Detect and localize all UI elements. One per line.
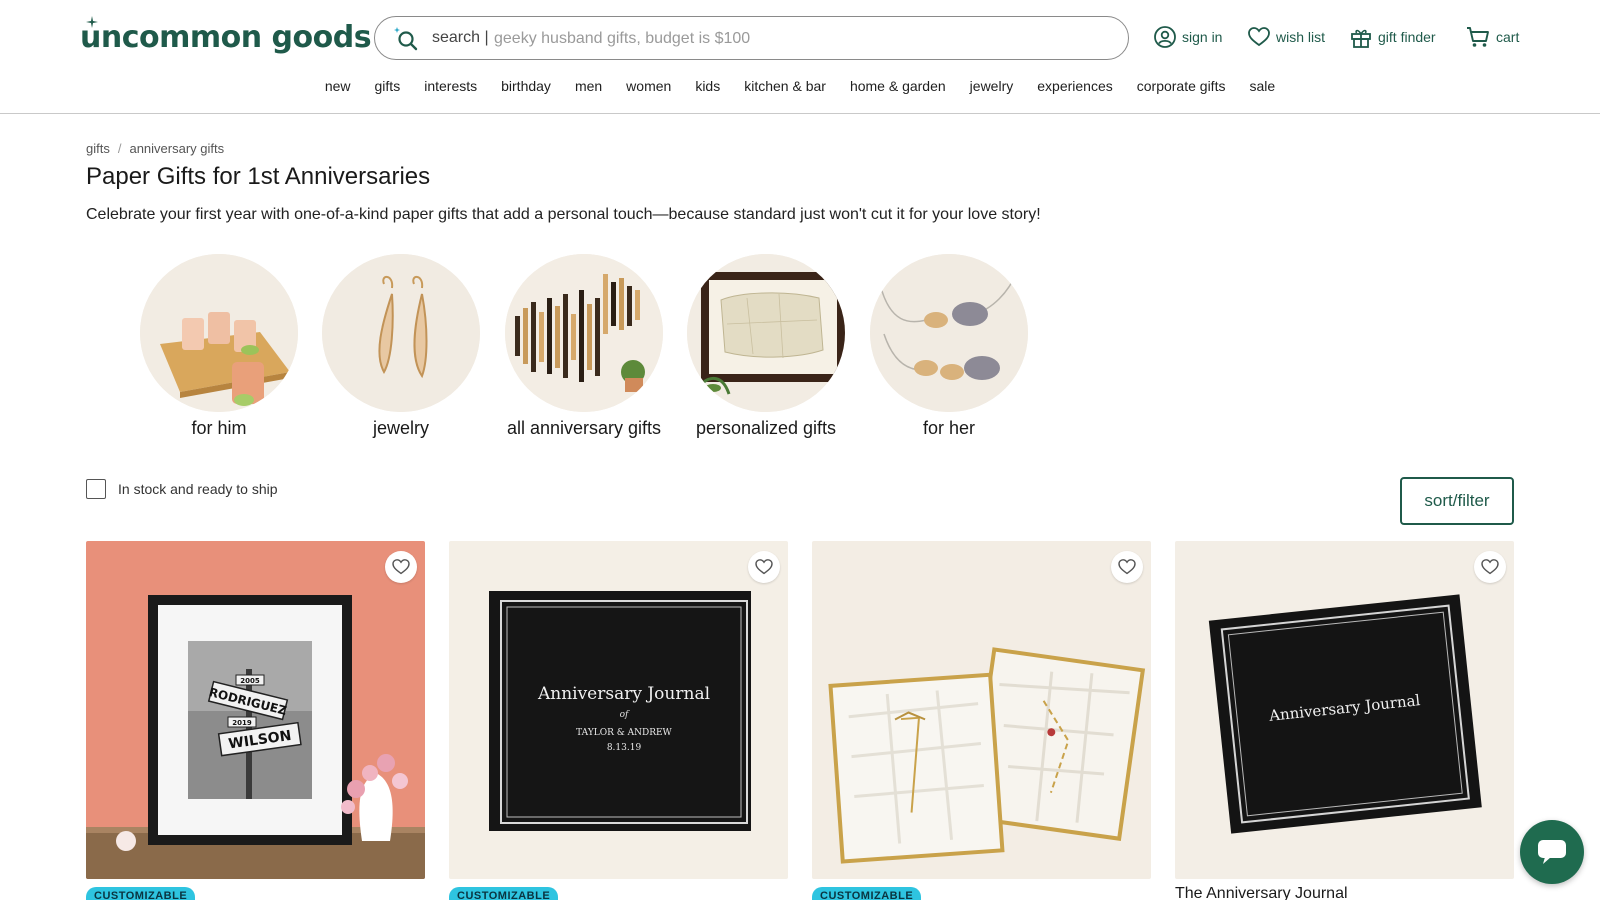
gift-icon xyxy=(1351,29,1371,48)
sign-in-link[interactable]: sign in xyxy=(1154,22,1222,52)
wish-list-link[interactable]: wish list xyxy=(1248,22,1325,52)
cart-label: cart xyxy=(1496,29,1520,45)
nav-item-jewelry[interactable]: jewelry xyxy=(958,76,1026,100)
in-stock-label: In stock and ready to ship xyxy=(118,481,278,497)
gift-finder-label: gift finder xyxy=(1378,29,1436,45)
search-input[interactable] xyxy=(494,25,1094,53)
sign-in-label: sign in xyxy=(1182,29,1223,45)
in-stock-filter[interactable]: In stock and ready to ship xyxy=(86,479,278,499)
category-for-her[interactable]: for her xyxy=(869,254,1029,439)
main-nav: new gifts interests birthday men women k… xyxy=(0,76,1600,100)
heart-icon xyxy=(1248,27,1270,47)
search-icon[interactable] xyxy=(393,26,419,52)
page-description: Celebrate your first year with one-of-a-… xyxy=(86,206,1041,223)
product-card[interactable]: CUSTOMIZABLE xyxy=(812,541,1151,900)
nav-item-gifts[interactable]: gifts xyxy=(363,76,413,100)
nav-item-interests[interactable]: interests xyxy=(412,76,489,100)
product-title[interactable]: The Anniversary Journal xyxy=(1175,885,1348,900)
nav-item-new[interactable]: new xyxy=(313,76,363,100)
wishlist-heart-icon[interactable] xyxy=(385,551,417,583)
gift-finder-link[interactable]: gift finder xyxy=(1350,22,1436,52)
logo-text: uncommon goods xyxy=(80,20,372,55)
nav-item-men[interactable]: men xyxy=(563,76,614,100)
sign-year-top: 2005 xyxy=(240,677,260,685)
logo[interactable]: uncommon goods xyxy=(80,16,372,58)
breadcrumb-gifts[interactable]: gifts xyxy=(86,141,110,156)
nav-item-kids[interactable]: kids xyxy=(683,76,732,100)
nav-item-home-garden[interactable]: home & garden xyxy=(838,76,958,100)
category-label: jewelry xyxy=(372,418,429,438)
cart-icon xyxy=(1467,27,1489,47)
nav-item-corporate-gifts[interactable]: corporate gifts xyxy=(1125,76,1238,100)
journal-date: 8.13.19 xyxy=(607,743,642,753)
product-card[interactable]: Anniversary Journal of TAYLOR & ANDREW 8… xyxy=(449,541,788,900)
breadcrumb-separator: / xyxy=(117,141,122,156)
street-sign-print-image[interactable]: 2005 RODRIGUEZ 2019 WILSON xyxy=(86,541,425,879)
breadcrumb: gifts / anniversary gifts xyxy=(86,141,224,156)
sparkle-icon xyxy=(86,16,98,28)
nav-item-experiences[interactable]: experiences xyxy=(1025,76,1125,100)
nav-item-women[interactable]: women xyxy=(614,76,683,100)
customizable-badge: CUSTOMIZABLE xyxy=(812,887,922,900)
category-label: all anniversary gifts xyxy=(506,418,662,438)
wishlist-heart-icon[interactable] xyxy=(748,551,780,583)
framed-paper-maps-image[interactable] xyxy=(812,541,1151,879)
customizable-badge: CUSTOMIZABLE xyxy=(86,887,196,900)
nav-item-sale[interactable]: sale xyxy=(1237,76,1287,100)
chat-button[interactable] xyxy=(1520,820,1584,884)
earrings-image xyxy=(322,254,480,412)
nav-item-birthday[interactable]: birthday xyxy=(489,76,563,100)
framed-map-image xyxy=(687,254,845,412)
category-for-him[interactable]: for him xyxy=(139,254,299,439)
product-card[interactable]: 2005 RODRIGUEZ 2019 WILSON CUSTOMIZABLE xyxy=(86,541,425,900)
search-label: search | xyxy=(432,29,489,46)
category-jewelry[interactable]: jewelry xyxy=(321,254,481,439)
shot-glasses-image xyxy=(140,254,298,412)
anniversary-journal-image[interactable]: Anniversary Journal of TAYLOR & ANDREW 8… xyxy=(449,541,788,879)
wishlist-heart-icon[interactable] xyxy=(1111,551,1143,583)
user-icon xyxy=(1154,26,1176,48)
sort-filter-button[interactable]: sort/filter xyxy=(1400,477,1514,525)
category-label: for him xyxy=(191,418,247,438)
sign-year-mid: 2019 xyxy=(232,719,252,727)
wishlist-heart-icon[interactable] xyxy=(1474,551,1506,583)
category-all-anniversary-gifts[interactable]: all anniversary gifts xyxy=(504,254,664,439)
customizable-badge: CUSTOMIZABLE xyxy=(449,887,559,900)
category-label: personalized gifts xyxy=(695,418,837,438)
site-header: uncommon goods search | sign in wish lis… xyxy=(0,0,1600,114)
breadcrumb-anniversary-gifts[interactable]: anniversary gifts xyxy=(129,141,224,156)
journal-title: Anniversary Journal xyxy=(537,684,710,704)
cart-link[interactable]: cart xyxy=(1466,22,1519,52)
chat-icon xyxy=(1538,840,1566,864)
nav-item-kitchen-bar[interactable]: kitchen & bar xyxy=(732,76,838,100)
soundwave-art-image xyxy=(505,254,663,412)
page-title: Paper Gifts for 1st Anniversaries xyxy=(86,163,431,190)
category-personalized-gifts[interactable]: personalized gifts xyxy=(686,254,846,439)
search-bar[interactable]: search | xyxy=(374,16,1129,60)
in-stock-checkbox[interactable] xyxy=(86,479,106,499)
bear-necklace-image xyxy=(870,254,1028,412)
journal-names: TAYLOR & ANDREW xyxy=(576,728,672,738)
anniversary-journal-angled-image[interactable]: Anniversary Journal xyxy=(1175,541,1514,879)
wish-list-label: wish list xyxy=(1276,29,1326,45)
category-label: for her xyxy=(922,418,976,438)
product-card[interactable]: Anniversary Journal The Anniversary Jour… xyxy=(1175,541,1514,900)
